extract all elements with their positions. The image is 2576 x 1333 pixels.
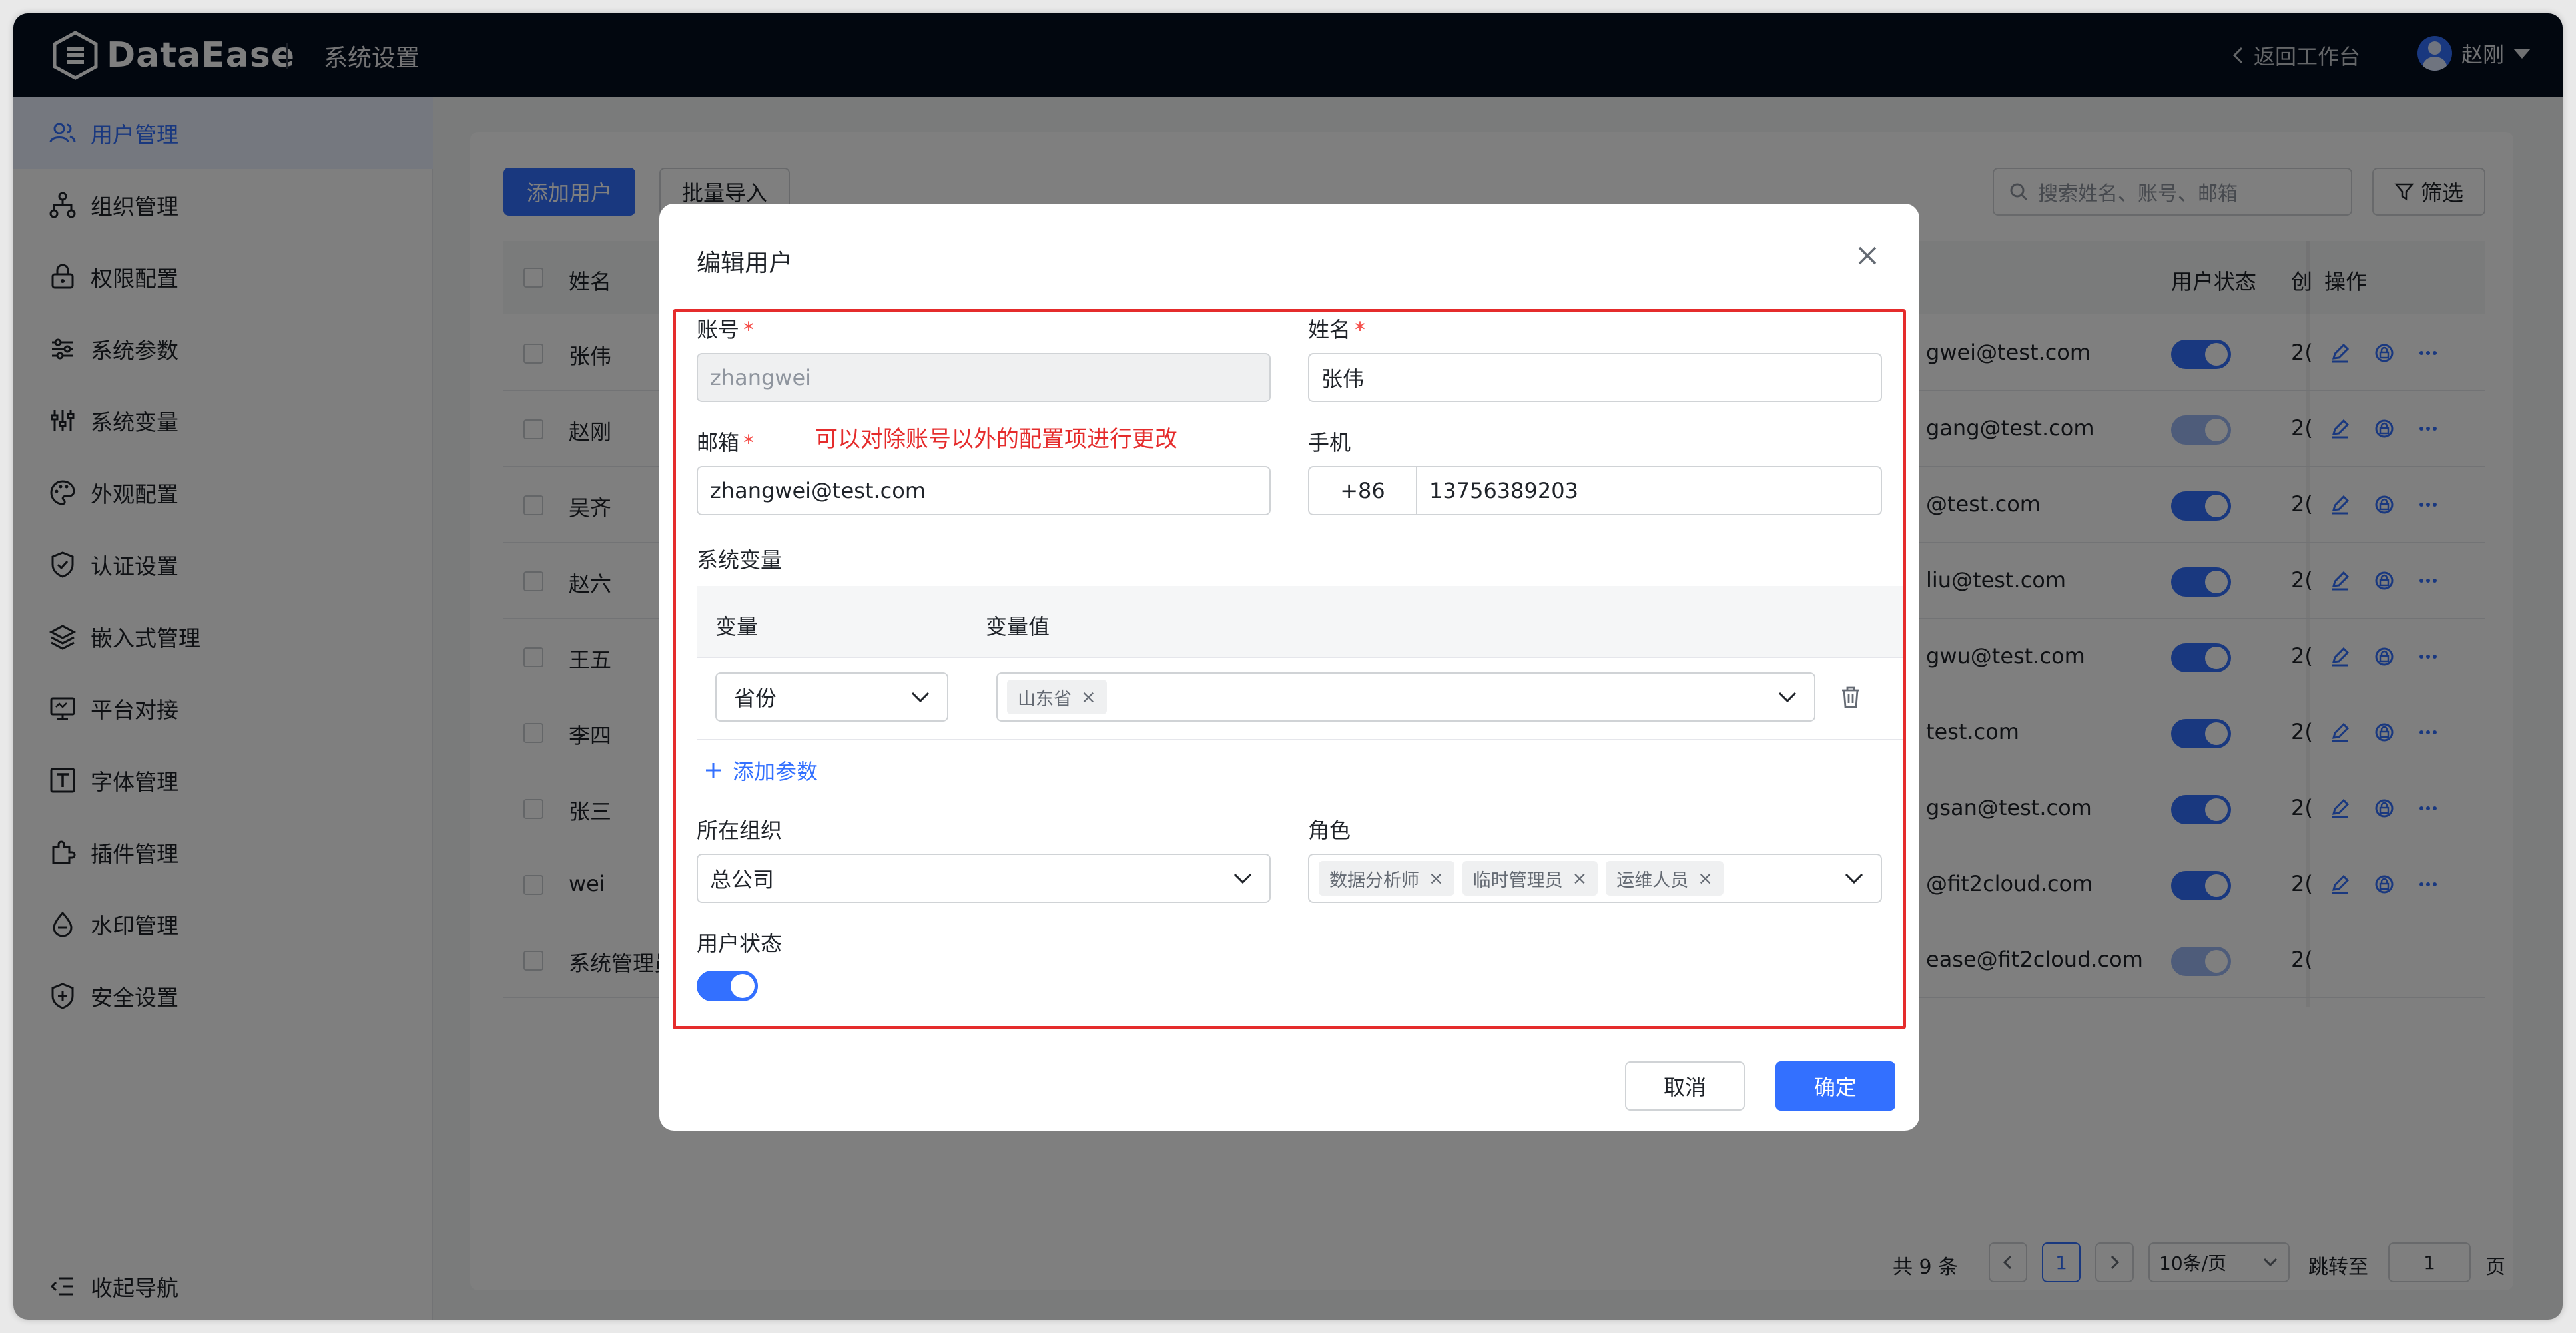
org-select[interactable]: 总公司 [697, 854, 1271, 903]
highlight-box [673, 309, 1906, 1029]
role-tag-label: 临时管理员 [1472, 870, 1563, 891]
chevron-down-icon [1845, 873, 1863, 884]
required-mark: * [1355, 317, 1366, 342]
role-tag: 数据分析师 × [1319, 861, 1454, 896]
sys-var-row-divider [697, 739, 1903, 740]
value-tag-label: 山东省 [1018, 688, 1072, 710]
close-icon[interactable] [1853, 241, 1882, 270]
tag-close-icon[interactable]: × [1698, 868, 1713, 889]
account-input[interactable]: zhangwei [697, 353, 1271, 402]
var-value-col-header: 变量值 [986, 614, 1050, 639]
tag-close-icon[interactable]: × [1572, 868, 1588, 889]
account-label-text: 账号 [697, 317, 740, 342]
name-label: 姓名 * [1308, 313, 1365, 344]
phone-field: +86 13756389203 [1308, 466, 1882, 515]
role-tag: 运维人员 × [1606, 861, 1724, 896]
phone-prefix-select[interactable]: +86 [1309, 467, 1417, 514]
account-label: 账号 * [697, 313, 754, 344]
plus-icon [706, 763, 721, 778]
phone-input[interactable]: 13756389203 [1417, 478, 1578, 503]
role-label: 角色 [1308, 818, 1351, 843]
user-status-toggle[interactable] [697, 971, 758, 1001]
role-tag-label: 运维人员 [1616, 870, 1689, 891]
role-select[interactable]: 数据分析师 × 临时管理员 × 运维人员 × [1308, 854, 1882, 903]
name-label-text: 姓名 [1308, 317, 1351, 342]
annotation-text: 可以对除账号以外的配置项进行更改 [815, 426, 1177, 453]
dialog-title: 编辑用户 [697, 250, 793, 277]
add-param-label: 添加参数 [733, 759, 818, 784]
var-col-header: 变量 [715, 614, 759, 639]
email-label: 邮箱 * [697, 426, 754, 457]
name-input[interactable]: 张伟 [1308, 353, 1882, 402]
required-mark: * [743, 430, 755, 455]
variable-value-select[interactable]: 山东省 × [996, 672, 1815, 722]
chevron-down-icon [1778, 692, 1797, 703]
org-select-value: 总公司 [710, 867, 775, 892]
variable-select[interactable]: 省份 [715, 672, 948, 722]
value-tag: 山东省 × [1007, 680, 1107, 714]
phone-label: 手机 [1308, 430, 1351, 455]
sys-var-label: 系统变量 [697, 547, 783, 573]
email-input[interactable]: zhangwei@test.com [697, 466, 1271, 515]
tag-close-icon[interactable]: × [1429, 868, 1444, 889]
email-label-text: 邮箱 [697, 430, 740, 455]
tag-close-icon[interactable]: × [1081, 687, 1096, 708]
role-tags: 数据分析师 × 临时管理员 × 运维人员 × [1319, 861, 1732, 896]
chevron-down-icon [911, 692, 930, 703]
role-tag: 临时管理员 × [1462, 861, 1598, 896]
role-tag-label: 数据分析师 [1329, 870, 1419, 891]
required-mark: * [743, 317, 755, 342]
sys-var-table-header [697, 586, 1903, 658]
chevron-down-icon [1233, 873, 1252, 884]
edit-user-dialog: 编辑用户 账号 * zhangwei 姓名 * 张伟 邮箱 * 可以对除账号以外的配置… [659, 204, 1919, 1131]
app-window: DataEase 系统设置 返回工作台 赵刚 用户管理 组织管理 权限配置 [13, 13, 2563, 1320]
variable-select-value: 省份 [734, 686, 777, 711]
cancel-button[interactable]: 取消 [1625, 1061, 1745, 1111]
add-param-button[interactable]: 添加参数 [703, 755, 818, 786]
org-label: 所在组织 [697, 818, 783, 843]
trash-icon[interactable] [1838, 684, 1863, 710]
confirm-button[interactable]: 确定 [1775, 1061, 1895, 1111]
status-label: 用户状态 [697, 931, 783, 956]
